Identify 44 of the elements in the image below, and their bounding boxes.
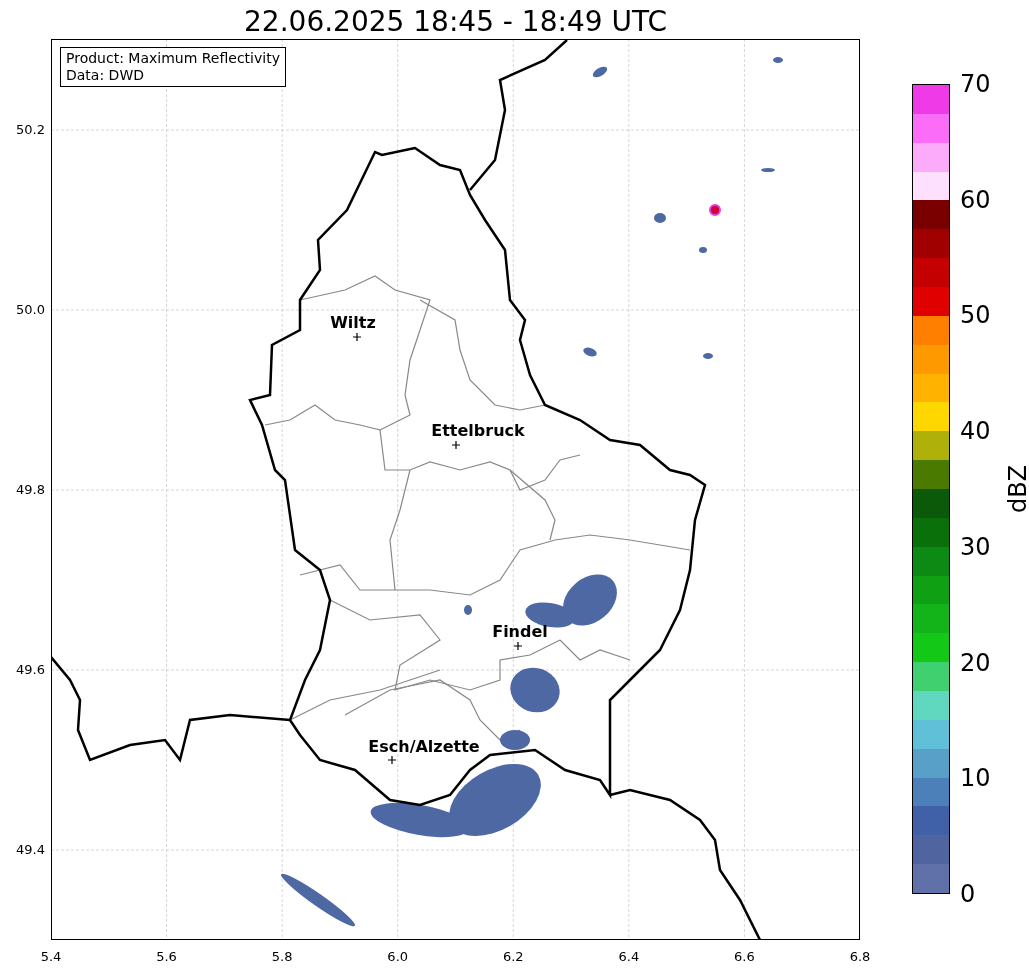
radar-echo xyxy=(761,168,775,172)
radar-echo xyxy=(773,57,783,63)
info-text: Data: DWD xyxy=(66,67,145,84)
x-tick-label: 5.8 xyxy=(271,949,293,964)
x-tick-label: 6.0 xyxy=(387,949,409,964)
colorbar-tick-label: 30 xyxy=(960,533,991,560)
colorbar-tick-label: 20 xyxy=(960,649,991,676)
radar-echo xyxy=(464,605,472,615)
colorbar-tick-label: 0 xyxy=(960,881,976,907)
city-label: Esch/Alzette xyxy=(368,737,480,756)
radar-echo xyxy=(709,204,721,216)
x-tick-label: 6.2 xyxy=(502,949,524,964)
colorbar-tick-label: 10 xyxy=(960,765,991,792)
city-label: Wiltz xyxy=(330,313,376,332)
radar-echo xyxy=(703,353,713,359)
info-text: Product: Maximum Reflectivity xyxy=(66,50,280,67)
colorbar-tick-label: 70 xyxy=(960,71,991,97)
y-tick-label: 50.2 xyxy=(16,122,45,137)
y-tick-label: 49.8 xyxy=(16,482,45,497)
radar-echo xyxy=(500,730,530,750)
radar-echo xyxy=(583,347,597,357)
radar-echo xyxy=(510,667,560,713)
radar-echo xyxy=(654,213,666,223)
city-marker xyxy=(387,755,397,765)
chart-title: 22.06.2025 18:45 - 18:49 UTC xyxy=(244,5,667,39)
radar-echo xyxy=(592,66,608,78)
city-marker xyxy=(513,641,523,651)
city-marker xyxy=(352,332,362,342)
city-label: Ettelbruck xyxy=(431,421,525,440)
radar-echo xyxy=(699,247,707,253)
colorbar-tick-label: 50 xyxy=(960,302,991,329)
colorbar-tick-label: 60 xyxy=(960,186,991,213)
colorbar-tick-label: 40 xyxy=(960,418,991,445)
y-tick-label: 49.6 xyxy=(16,662,45,677)
x-tick-label: 5.4 xyxy=(40,949,62,964)
y-tick-label: 50.0 xyxy=(16,302,45,317)
x-tick-label: 5.6 xyxy=(156,949,177,964)
x-tick-label: 6.8 xyxy=(849,949,871,964)
x-tick-label: 6.6 xyxy=(734,949,755,964)
city-marker xyxy=(451,440,461,450)
city-label: Findel xyxy=(492,622,548,641)
x-tick-label: 6.4 xyxy=(618,949,640,964)
colorbar-label: dBZ xyxy=(1004,464,1029,514)
y-tick-label: 49.4 xyxy=(16,842,45,857)
